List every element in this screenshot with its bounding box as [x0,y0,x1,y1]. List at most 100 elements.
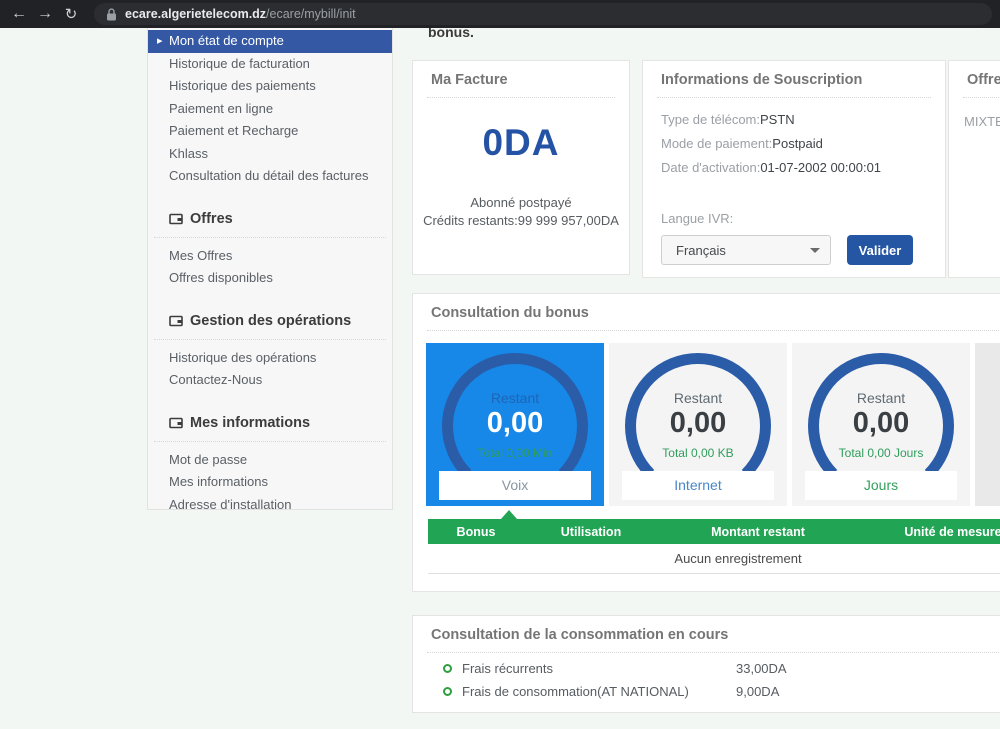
url-domain: ecare.algerietelecom.dz [125,7,266,21]
forward-icon[interactable]: → [32,5,58,23]
invoice-amount: 0DA [413,122,629,164]
empty-table-row: Aucun enregistrement [428,544,1000,574]
gauge-restant-label: Restant [609,390,787,406]
green-bullet-icon [443,664,452,673]
sidebar-section-offres: Offres Mes Offres Offres disponibles [148,207,392,290]
bonus-card: Consultation du bonus Restant 0,00 Total… [412,293,1000,592]
conso-row-frais-recurrents: Frais récurrents [443,661,553,676]
sidebar-item-khlass[interactable]: Khlass [148,143,392,166]
gauge-total: Total 0,00 Jours [792,446,970,460]
divider [154,441,386,442]
field-telecom-type: Type de télécom:PSTN [661,112,927,127]
field-payment-mode: Mode de paiement:Postpaid [661,136,927,151]
gauge-total: Total 0,00 Min [426,446,604,460]
sidebar-item-paiement-en-ligne[interactable]: Paiement en ligne [148,98,392,121]
section-title: Gestion des opérations [190,313,351,329]
sidebar-item-mes-informations[interactable]: Mes informations [148,471,392,494]
card-title: Consultation de la consommation en cours [413,616,1000,652]
wallet-icon [169,213,183,225]
gauge-tile-internet[interactable]: Restant 0,00 Total 0,00 KB Internet [609,343,787,506]
sidebar-item-mot-de-passe[interactable]: Mot de passe [148,449,392,472]
card-title: Ma Facture [413,61,629,97]
active-tab-pointer-icon [501,510,517,519]
green-bullet-icon [443,687,452,696]
ivr-language-label: Langue IVR: [643,184,945,226]
offres-card: Offres MIXTE [948,60,1000,278]
sidebar-item-historique-paiements[interactable]: Historique des paiements [148,75,392,98]
gauge-tile-clipped [975,343,1000,506]
field-value: Postpaid [772,136,823,151]
gauge-tile-jours[interactable]: Restant 0,00 Total 0,00 Jours Jours [792,343,970,506]
column-header: Montant restant [658,525,858,539]
tab-jours[interactable]: Jours [805,471,957,500]
gauge-restant-label: Restant [792,390,970,406]
column-header: Unité de mesure [858,525,1000,539]
sidebar-item-contactez-nous[interactable]: Contactez-Nous [148,369,392,392]
language-select[interactable]: Français [661,235,831,265]
gauge-value: 0,00 [792,407,970,440]
field-activation-date: Date d'activation:01-07-2002 00:00:01 [661,160,927,175]
sidebar-item-historique-operations[interactable]: Historique des opérations [148,347,392,370]
lock-icon [106,8,117,21]
field-value: 01-07-2002 00:00:01 [760,160,881,175]
reload-icon[interactable]: ↻ [58,5,84,23]
conso-value: 9,00DA [736,684,779,699]
gauge-value: 0,00 [426,407,604,440]
divider [154,339,386,340]
section-title: Mes informations [190,415,310,431]
gauge-tile-voix[interactable]: Restant 0,00 Total 0,00 Min Voix [426,343,604,506]
selected-arrow-icon: ▸ [157,30,163,53]
divider [427,652,1000,653]
credits-remaining: Crédits restants:99 999 957,00DA [413,213,629,228]
souscription-card: Informations de Souscription Type de tél… [642,60,946,278]
card-title: Offres [949,61,1000,97]
field-value: PSTN [760,112,795,127]
sidebar-item-label: Mon état de compte [169,33,284,48]
section-title: Offres [190,211,233,227]
divider [427,97,615,98]
wallet-icon [169,315,183,327]
sidebar-item-historique-facturation[interactable]: Historique de facturation [148,53,392,76]
sidebar: ▸ Mon état de compte Historique de factu… [147,28,393,510]
sidebar-section-gestion: Gestion des opérations Historique des op… [148,309,392,392]
url-path: /ecare/mybill/init [266,7,356,21]
sidebar-item-mon-etat-de-compte[interactable]: ▸ Mon état de compte [148,30,392,53]
back-icon[interactable]: ← [6,5,32,23]
tab-voix[interactable]: Voix [439,471,591,500]
browser-toolbar: ← → ↻ ecare.algerietelecom.dz /ecare/myb… [0,0,1000,28]
card-title: Consultation du bonus [413,294,1000,330]
language-selected-value: Français [676,243,726,258]
section-header: Mes informations [148,411,392,435]
field-label: Mode de paiement: [661,136,772,151]
conso-label: Frais de consommation(AT NATIONAL) [462,684,689,699]
conso-value: 33,00DA [736,661,787,676]
column-header: Bonus [428,525,524,539]
chevron-down-icon [810,248,820,253]
bonus-gauges: Restant 0,00 Total 0,00 Min Voix Restant… [426,343,1000,506]
divider [427,330,1000,331]
ma-facture-card: Ma Facture 0DA Abonné postpayé Crédits r… [412,60,630,275]
sidebar-item-adresse-installation[interactable]: Adresse d'installation [148,494,392,511]
bonus-table-header: Bonus Utilisation Montant restant Unité … [428,519,1000,544]
divider [154,237,386,238]
wallet-icon [169,417,183,429]
sidebar-item-paiement-recharge[interactable]: Paiement et Recharge [148,120,392,143]
tab-internet[interactable]: Internet [622,471,774,500]
gauge-total: Total 0,00 KB [609,446,787,460]
field-label: Date d'activation: [661,160,760,175]
sidebar-item-offres-disponibles[interactable]: Offres disponibles [148,267,392,290]
section-header: Gestion des opérations [148,309,392,333]
sidebar-item-mes-offres[interactable]: Mes Offres [148,245,392,268]
valider-button[interactable]: Valider [847,235,913,265]
field-label: Type de télécom: [661,112,760,127]
gauge-value: 0,00 [609,407,787,440]
offer-type-value: MIXTE [949,98,1000,129]
address-bar[interactable]: ecare.algerietelecom.dz /ecare/mybill/in… [94,3,992,25]
sidebar-item-detail-factures[interactable]: Consultation du détail des factures [148,165,392,188]
card-title: Informations de Souscription [643,61,945,97]
section-header: Offres [148,207,392,231]
conso-row-frais-consommation: Frais de consommation(AT NATIONAL) [443,684,689,699]
column-header: Utilisation [524,525,658,539]
subscriber-type: Abonné postpayé [413,195,629,210]
sidebar-section-mes-informations: Mes informations Mot de passe Mes inform… [148,411,392,511]
